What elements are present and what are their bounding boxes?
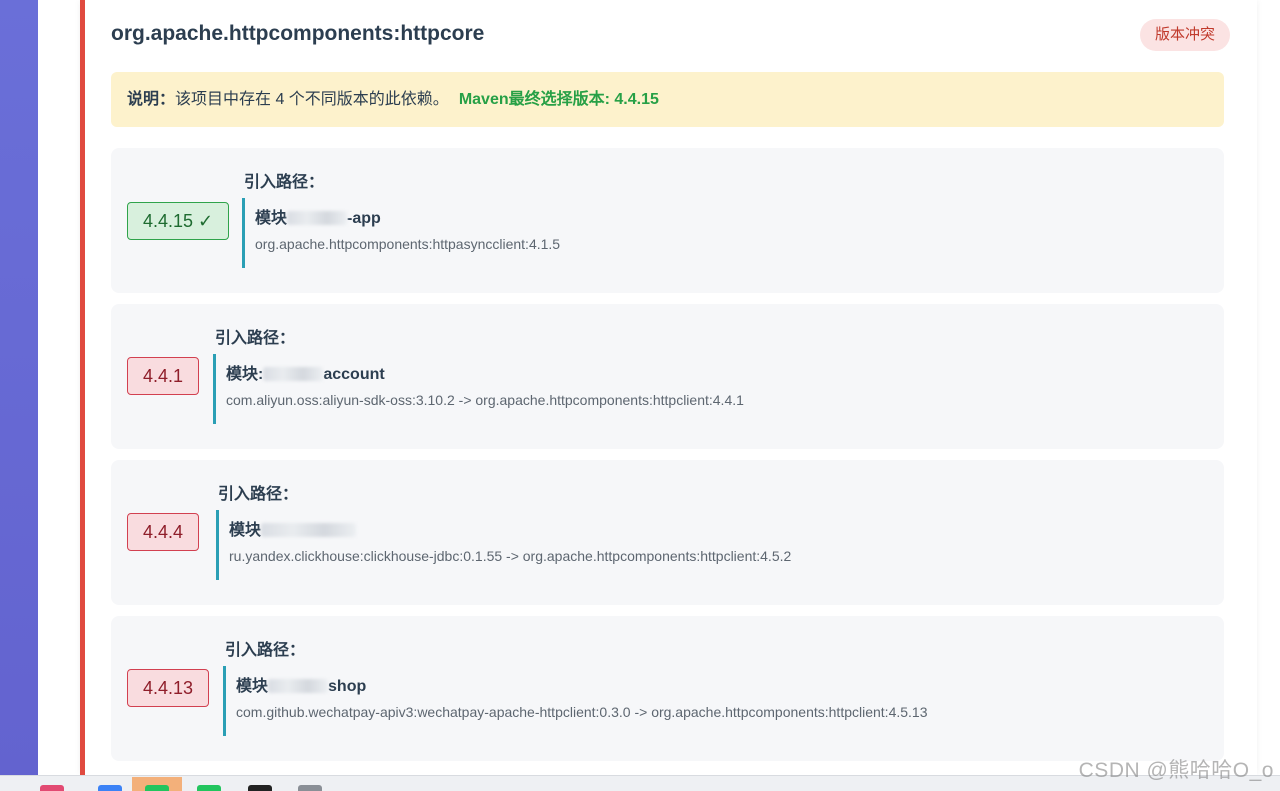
explanation-notice: 说明：该项目中存在 4 个不同版本的此依赖。 Maven最终选择版本: 4.4.1… <box>111 72 1224 127</box>
version-badge-selected: 4.4.15 ✓ <box>127 202 230 240</box>
redacted-module <box>261 523 357 537</box>
dependency-path: com.github.wechatpay-apiv3:wechatpay-apa… <box>236 704 928 720</box>
path-title: 引入路径： <box>225 642 306 659</box>
version-conflict-badge: 版本冲突 <box>1139 19 1230 51</box>
taskbar-app-icon[interactable] <box>145 785 169 791</box>
taskbar-app-icon[interactable] <box>248 785 272 791</box>
notice-label: 说明： <box>127 91 176 108</box>
notice-text: 该项目中存在 4 个不同版本的此依赖。 <box>175 91 449 108</box>
version-item: 4.4.1 引入路径： 模块: account com.aliyun.oss:al… <box>111 304 1224 449</box>
taskbar-app-icon[interactable] <box>298 785 322 791</box>
dependency-conflict-card: org.apache.httpcomponents:httpcore 版本冲突 … <box>80 0 1257 775</box>
maven-selected-version: Maven最终选择版本: 4.4.15 <box>458 91 659 108</box>
dependency-title: org.apache.httpcomponents:httpcore <box>111 22 485 45</box>
redacted-module <box>263 367 324 381</box>
path-title: 引入路径： <box>244 174 325 191</box>
version-badge: 4.4.1 <box>127 357 200 395</box>
version-badge: 4.4.13 <box>127 669 210 707</box>
taskbar-app-icon[interactable] <box>197 785 221 791</box>
dependency-path: ru.yandex.clickhouse:clickhouse-jdbc:0.1… <box>229 548 792 564</box>
dependency-path: org.apache.httpcomponents:httpasyncclien… <box>255 236 561 252</box>
taskbar-app-icon[interactable] <box>98 785 122 791</box>
module-name: 模块 -app <box>255 210 381 227</box>
path-block: 模块 shop com.github.wechatpay-apiv3:wechat… <box>223 666 928 736</box>
module-name: 模块: account <box>226 366 385 383</box>
version-item: 4.4.4 引入路径： 模块 ru.yandex.clickhouse:clic… <box>111 460 1224 605</box>
path-block: 模块 ru.yandex.clickhouse:clickhouse-jdbc:… <box>216 510 791 580</box>
dependency-path: com.aliyun.oss:aliyun-sdk-oss:3.10.2 -> … <box>226 392 744 408</box>
path-block: 模块 -app org.apache.httpcomponents:httpasy… <box>242 198 560 268</box>
taskbar-app-icon[interactable] <box>40 785 64 791</box>
watermark: CSDN @熊哈哈O_o <box>1078 759 1274 782</box>
path-title: 引入路径： <box>218 486 299 503</box>
left-sidebar-strip <box>0 0 38 775</box>
redacted-module <box>287 211 348 225</box>
version-item: 4.4.15 ✓ 引入路径： 模块 -app org.apache.httpcom… <box>111 148 1224 293</box>
module-name: 模块 shop <box>236 678 367 695</box>
path-title: 引入路径： <box>215 330 296 347</box>
version-item: 4.4.13 引入路径： 模块 shop com.github.wechatpay… <box>111 616 1224 761</box>
path-block: 模块: account com.aliyun.oss:aliyun-sdk-oss… <box>213 354 744 424</box>
redacted-module <box>268 679 329 693</box>
version-badge: 4.4.4 <box>127 513 200 551</box>
module-name: 模块 <box>229 516 791 540</box>
